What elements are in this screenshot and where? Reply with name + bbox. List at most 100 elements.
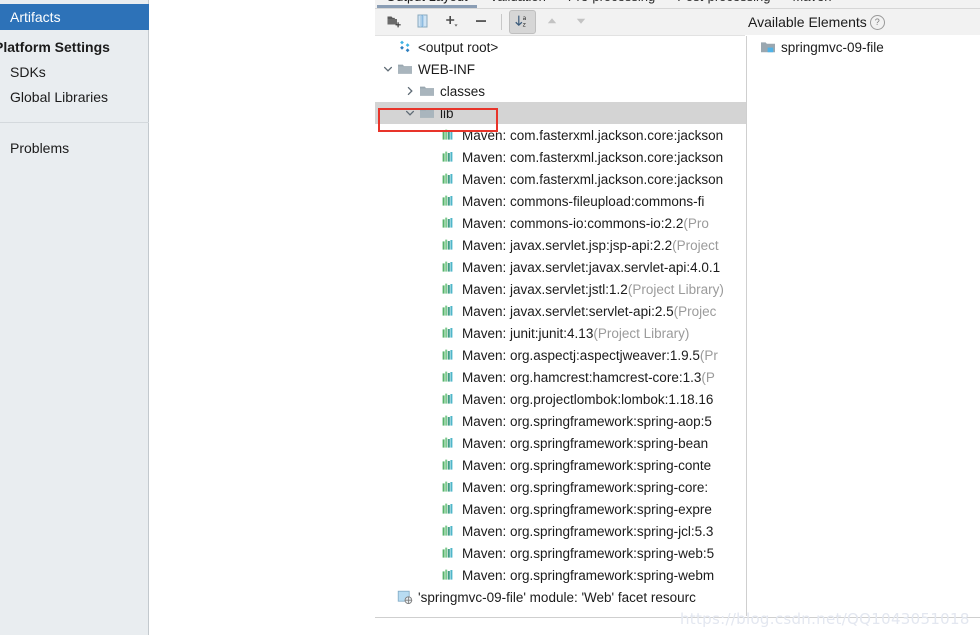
tree-row[interactable]: Maven: commons-fileupload:commons-fi bbox=[375, 190, 746, 212]
tree-row[interactable]: Maven: org.springframework:spring-webm bbox=[375, 564, 746, 586]
tree-row[interactable]: Maven: commons-io:commons-io:2.2 (Pro bbox=[375, 212, 746, 234]
tree-row-scope: (Pro bbox=[683, 215, 709, 231]
folder-icon bbox=[418, 83, 435, 99]
tree-row-label: Maven: org.springframework:spring-web:5 bbox=[462, 545, 715, 561]
twisty-placeholder bbox=[425, 481, 438, 494]
tree-row[interactable]: Maven: javax.servlet.jsp:jsp-api:2.2 (Pr… bbox=[375, 234, 746, 256]
library-icon bbox=[440, 567, 457, 583]
chevron-down-icon[interactable] bbox=[403, 107, 416, 120]
move-down-button[interactable] bbox=[567, 10, 594, 34]
tree-row[interactable]: WEB-INF bbox=[375, 58, 746, 80]
tree-row-scope: (P bbox=[701, 369, 715, 385]
tab-post-processing[interactable]: Post-processing bbox=[666, 0, 781, 8]
tree-row[interactable]: Maven: org.aspectj:aspectjweaver:1.9.5 (… bbox=[375, 344, 746, 366]
library-icon bbox=[440, 523, 457, 539]
available-element-label: springmvc-09-file bbox=[781, 39, 884, 55]
tree-row[interactable]: Maven: org.projectlombok:lombok:1.18.16 bbox=[375, 388, 746, 410]
library-icon bbox=[440, 457, 457, 473]
tree-row-label: Maven: org.springframework:spring-conte bbox=[462, 457, 712, 473]
arrow-down-icon bbox=[573, 13, 589, 32]
add-directory-icon bbox=[386, 13, 402, 32]
tree-row[interactable]: Maven: com.fasterxml.jackson.core:jackso… bbox=[375, 124, 746, 146]
tree-row[interactable]: Maven: javax.servlet:jstl:1.2 (Project L… bbox=[375, 278, 746, 300]
tree-row[interactable]: <output root> bbox=[375, 36, 746, 58]
add-archive-button[interactable] bbox=[409, 10, 436, 34]
sidebar-item-sdks[interactable]: SDKs bbox=[0, 60, 149, 84]
tree-row[interactable]: 'springmvc-09-file' module: 'Web' facet … bbox=[375, 586, 746, 608]
twisty-placeholder bbox=[425, 283, 438, 296]
sort-alphabetically-button[interactable]: a z bbox=[509, 10, 536, 34]
tree-row-scope: (Project Library) bbox=[593, 325, 690, 341]
twisty-placeholder bbox=[425, 195, 438, 208]
twisty-placeholder bbox=[425, 239, 438, 252]
sidebar-item-label: Artifacts bbox=[10, 9, 61, 25]
twisty-placeholder bbox=[425, 503, 438, 516]
tree-row[interactable]: Maven: javax.servlet:javax.servlet-api:4… bbox=[375, 256, 746, 278]
folder-icon bbox=[418, 105, 435, 121]
output-layout-tree[interactable]: <output root> WEB-INF classes lib Maven: com… bbox=[375, 36, 746, 617]
library-icon bbox=[440, 501, 457, 517]
tree-row[interactable]: Maven: org.springframework:spring-jcl:5.… bbox=[375, 520, 746, 542]
sidebar-item-problems[interactable]: Problems bbox=[0, 136, 149, 160]
tree-row[interactable]: lib bbox=[375, 102, 746, 124]
tab-label: Pre-processing bbox=[568, 0, 655, 4]
tree-row-label: Maven: com.fasterxml.jackson.core:jackso… bbox=[462, 127, 724, 143]
tree-row[interactable]: Maven: org.springframework:spring-web:5 bbox=[375, 542, 746, 564]
twisty-placeholder bbox=[425, 371, 438, 384]
tree-row-scope: (Project Library) bbox=[627, 281, 724, 297]
add-directory-button[interactable] bbox=[380, 10, 407, 34]
tree-row-label: Maven: commons-io:commons-io:2.2 bbox=[462, 215, 684, 231]
move-up-button[interactable] bbox=[538, 10, 565, 34]
tab-output-layout[interactable]: Output Layout bbox=[375, 0, 479, 8]
tree-row-scope: (Projec bbox=[673, 303, 717, 319]
library-icon bbox=[440, 149, 457, 165]
tree-row-label: Maven: org.springframework:spring-aop:5 bbox=[462, 413, 712, 429]
chevron-down-icon[interactable] bbox=[381, 63, 394, 76]
tree-row[interactable]: Maven: com.fasterxml.jackson.core:jackso… bbox=[375, 168, 746, 190]
twisty-placeholder bbox=[425, 415, 438, 428]
tree-row-label: Maven: javax.servlet:servlet-api:2.5 bbox=[462, 303, 674, 319]
tree-row-label: Maven: org.aspectj:aspectjweaver:1.9.5 bbox=[462, 347, 700, 363]
sidebar-item-label: Problems bbox=[10, 140, 70, 156]
chevron-right-icon[interactable] bbox=[403, 85, 416, 98]
artifact-detail-panel: Output Layout Validation Pre-processing … bbox=[375, 0, 980, 635]
tree-row[interactable]: Maven: junit:junit:4.13 (Project Library… bbox=[375, 322, 746, 344]
artifacts-settings-window: Artifacts Platform Settings SDKs Global … bbox=[0, 0, 980, 635]
tab-label: Output Layout bbox=[386, 0, 468, 4]
sidebar-item-global-libraries[interactable]: Global Libraries bbox=[0, 85, 149, 109]
add-copy-of-button[interactable] bbox=[438, 10, 465, 34]
tree-row[interactable]: Maven: org.springframework:spring-aop:5 bbox=[375, 410, 746, 432]
tree-row-label: Maven: org.projectlombok:lombok:1.18.16 bbox=[462, 391, 714, 407]
tab-pre-processing[interactable]: Pre-processing bbox=[557, 0, 666, 8]
tree-row[interactable]: Maven: org.springframework:spring-bean bbox=[375, 432, 746, 454]
available-element-row[interactable]: springmvc-09-file bbox=[747, 36, 980, 58]
tree-row-label: Maven: com.fasterxml.jackson.core:jackso… bbox=[462, 171, 724, 187]
twisty-placeholder bbox=[425, 151, 438, 164]
tab-maven[interactable]: Maven bbox=[781, 0, 842, 8]
tree-row-label: Maven: commons-fileupload:commons-fi bbox=[462, 193, 705, 209]
tree-row[interactable]: classes bbox=[375, 80, 746, 102]
tree-row[interactable]: Maven: org.springframework:spring-core: bbox=[375, 476, 746, 498]
tree-row[interactable]: Maven: com.fasterxml.jackson.core:jackso… bbox=[375, 146, 746, 168]
twisty-placeholder bbox=[425, 305, 438, 318]
twisty-placeholder bbox=[425, 547, 438, 560]
available-elements-tree[interactable]: springmvc-09-file bbox=[747, 36, 980, 617]
library-icon bbox=[440, 237, 457, 253]
settings-sidebar: Artifacts Platform Settings SDKs Global … bbox=[0, 0, 149, 635]
arrow-up-icon bbox=[544, 13, 560, 32]
tab-validation[interactable]: Validation bbox=[479, 0, 557, 8]
help-icon[interactable]: ? bbox=[869, 14, 885, 30]
tree-row[interactable]: Maven: org.springframework:spring-expre bbox=[375, 498, 746, 520]
tree-row-label: Maven: junit:junit:4.13 bbox=[462, 325, 594, 341]
remove-button[interactable] bbox=[467, 10, 494, 34]
artifact-tab-bar: Output Layout Validation Pre-processing … bbox=[375, 0, 980, 9]
tree-row-label: lib bbox=[440, 105, 454, 121]
tree-row[interactable]: Maven: org.hamcrest:hamcrest-core:1.3 (P bbox=[375, 366, 746, 388]
tree-row[interactable]: Maven: javax.servlet:servlet-api:2.5 (Pr… bbox=[375, 300, 746, 322]
tree-row-label: 'springmvc-09-file' module: 'Web' facet … bbox=[418, 589, 696, 605]
tree-row[interactable]: Maven: org.springframework:spring-conte bbox=[375, 454, 746, 476]
tree-row-label: <output root> bbox=[418, 39, 499, 55]
library-icon bbox=[440, 435, 457, 451]
sidebar-item-artifacts[interactable]: Artifacts bbox=[0, 4, 149, 30]
available-elements-title: Available Elements bbox=[748, 14, 867, 30]
